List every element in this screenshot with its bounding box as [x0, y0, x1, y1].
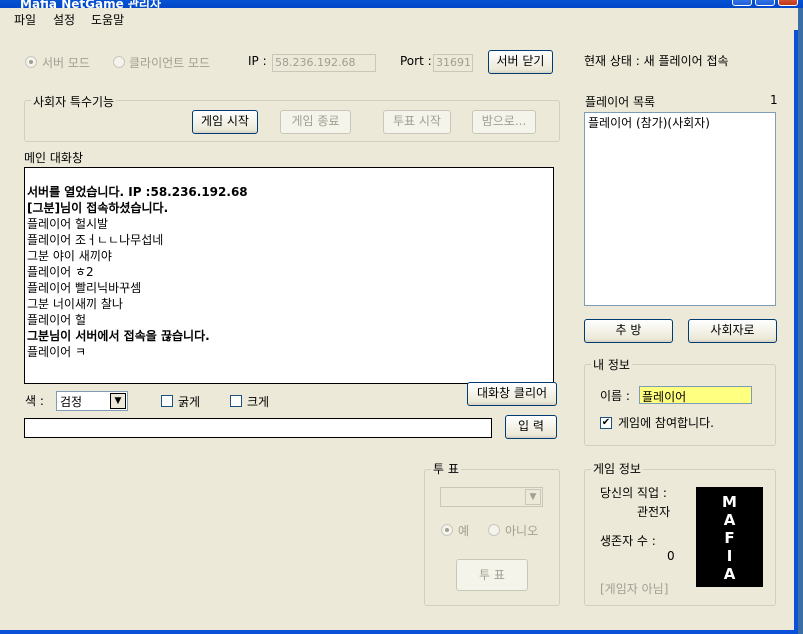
player-list-title: 플레이어 목록 — [585, 95, 656, 109]
start-vote-button[interactable]: 투표 시작 — [383, 110, 451, 134]
clear-chat-button[interactable]: 대화창 클리어 — [467, 382, 557, 406]
job-label: 당신의 직업 : — [600, 486, 667, 500]
survivors-label: 생존자 수 : — [600, 534, 656, 548]
color-select[interactable]: 검정 ▼ — [56, 391, 128, 411]
chat-input[interactable] — [24, 418, 492, 438]
chat-line: [그분]님이 접속하셨습니다. — [27, 201, 169, 215]
menu-help[interactable]: 도움말 — [91, 11, 124, 28]
send-button[interactable]: 입 력 — [505, 415, 557, 439]
color-label: 색 : — [25, 394, 44, 408]
menu-file[interactable]: 파일 — [14, 11, 36, 28]
client-mode-label: 클라이언트 모드 — [129, 56, 211, 70]
name-label: 이름 : — [600, 389, 630, 403]
ip-field[interactable]: 58.236.192.68 — [272, 54, 376, 72]
job-value: 관전자 — [637, 505, 671, 519]
main-window: 파일 설정 도움말 서버 모드 클라이언트 모드 IP : 58.236.192… — [0, 8, 798, 634]
make-host-button[interactable]: 사회자로 — [688, 319, 777, 343]
vote-yes-label: 예 — [458, 524, 470, 538]
close-button[interactable] — [778, 0, 798, 6]
chat-line: 플레이어 빨리닉바꾸셈 — [27, 281, 142, 295]
join-game-checkbox[interactable]: ✔ — [600, 417, 612, 429]
chat-line: 플레이어 ㅋ — [27, 345, 87, 359]
ip-label: IP : — [248, 54, 267, 68]
server-mode-radio[interactable] — [25, 56, 37, 68]
mafia-letter: A — [723, 511, 736, 529]
vote-title: 투 표 — [431, 460, 461, 477]
chat-line: 플레이어 조ㅓㄴㄴ나무섭네 — [27, 233, 164, 247]
start-game-button[interactable]: 게임 시작 — [192, 110, 258, 134]
chat-line: 그분 야이 새끼야 — [27, 249, 112, 263]
minimize-button[interactable] — [732, 0, 752, 6]
night-button[interactable]: 밤으로... — [472, 110, 536, 134]
maximize-button[interactable] — [755, 0, 775, 6]
chevron-down-icon[interactable]: ▼ — [525, 489, 541, 505]
chat-line: 서버를 열었습니다. IP :58.236.192.68 — [27, 185, 248, 199]
game-info-title: 게임 정보 — [591, 460, 643, 477]
chat-log: 서버를 열었습니다. IP :58.236.192.68 [그분]님이 접속하셨… — [24, 167, 554, 384]
chat-title: 메인 대화창 — [24, 151, 84, 165]
name-field[interactable]: 플레이어 — [639, 386, 752, 404]
vote-no-radio[interactable] — [488, 524, 500, 536]
mafia-logo: M A F I A — [696, 487, 763, 587]
vote-yes-radio[interactable] — [441, 524, 453, 536]
end-game-button[interactable]: 게임 종료 — [280, 110, 351, 134]
my-info-group — [584, 364, 776, 446]
vote-button[interactable]: 투 표 — [456, 559, 528, 591]
bold-checkbox[interactable] — [161, 395, 173, 407]
join-game-label: 게임에 참여합니다. — [618, 416, 714, 430]
vote-no-label: 아니오 — [505, 524, 539, 538]
chat-line: 플레이어 헐 — [27, 313, 87, 327]
chat-line: 플레이어 ㅎ2 — [27, 265, 94, 279]
chevron-down-icon[interactable]: ▼ — [110, 393, 126, 409]
color-select-value: 검정 — [60, 395, 83, 409]
menu-settings[interactable]: 설정 — [53, 11, 75, 28]
client-mode-radio[interactable] — [113, 56, 125, 68]
chat-line: 그분님이 서버에서 접속을 끊습니다. — [27, 329, 210, 343]
menu-bar: 파일 설정 도움말 — [0, 8, 798, 30]
my-info-title: 내 정보 — [591, 356, 632, 373]
port-field[interactable]: 31691 — [433, 54, 473, 72]
bold-label: 굵게 — [178, 395, 201, 409]
player-count: 1 — [770, 93, 778, 107]
status-text: 현재 상태 : 새 플레이어 접속 — [584, 54, 729, 68]
game-status: [게임자 아님] — [600, 582, 669, 596]
mafia-letter: I — [726, 547, 733, 565]
mafia-letter: A — [723, 565, 736, 583]
large-checkbox[interactable] — [230, 395, 242, 407]
mafia-letter: M — [722, 493, 737, 511]
player-list[interactable]: 플레이어 (참가)(사회자) — [584, 112, 776, 306]
chat-line: 그분 너이새끼 찰나 — [27, 297, 123, 311]
large-label: 크게 — [247, 395, 270, 409]
host-functions-title: 사회자 특수기능 — [31, 93, 117, 110]
player-list-item[interactable]: 플레이어 (참가)(사회자) — [588, 114, 710, 131]
chat-line: 플레이어 헐시발 — [27, 217, 109, 231]
survivors-value: 0 — [667, 549, 675, 563]
mafia-letter: F — [724, 529, 735, 547]
kick-button[interactable]: 추 방 — [584, 319, 673, 343]
vote-target-select[interactable]: ▼ — [440, 487, 543, 507]
server-mode-label: 서버 모드 — [42, 56, 90, 70]
port-label: Port : — [400, 54, 432, 68]
close-server-button[interactable]: 서버 닫기 — [488, 50, 553, 74]
